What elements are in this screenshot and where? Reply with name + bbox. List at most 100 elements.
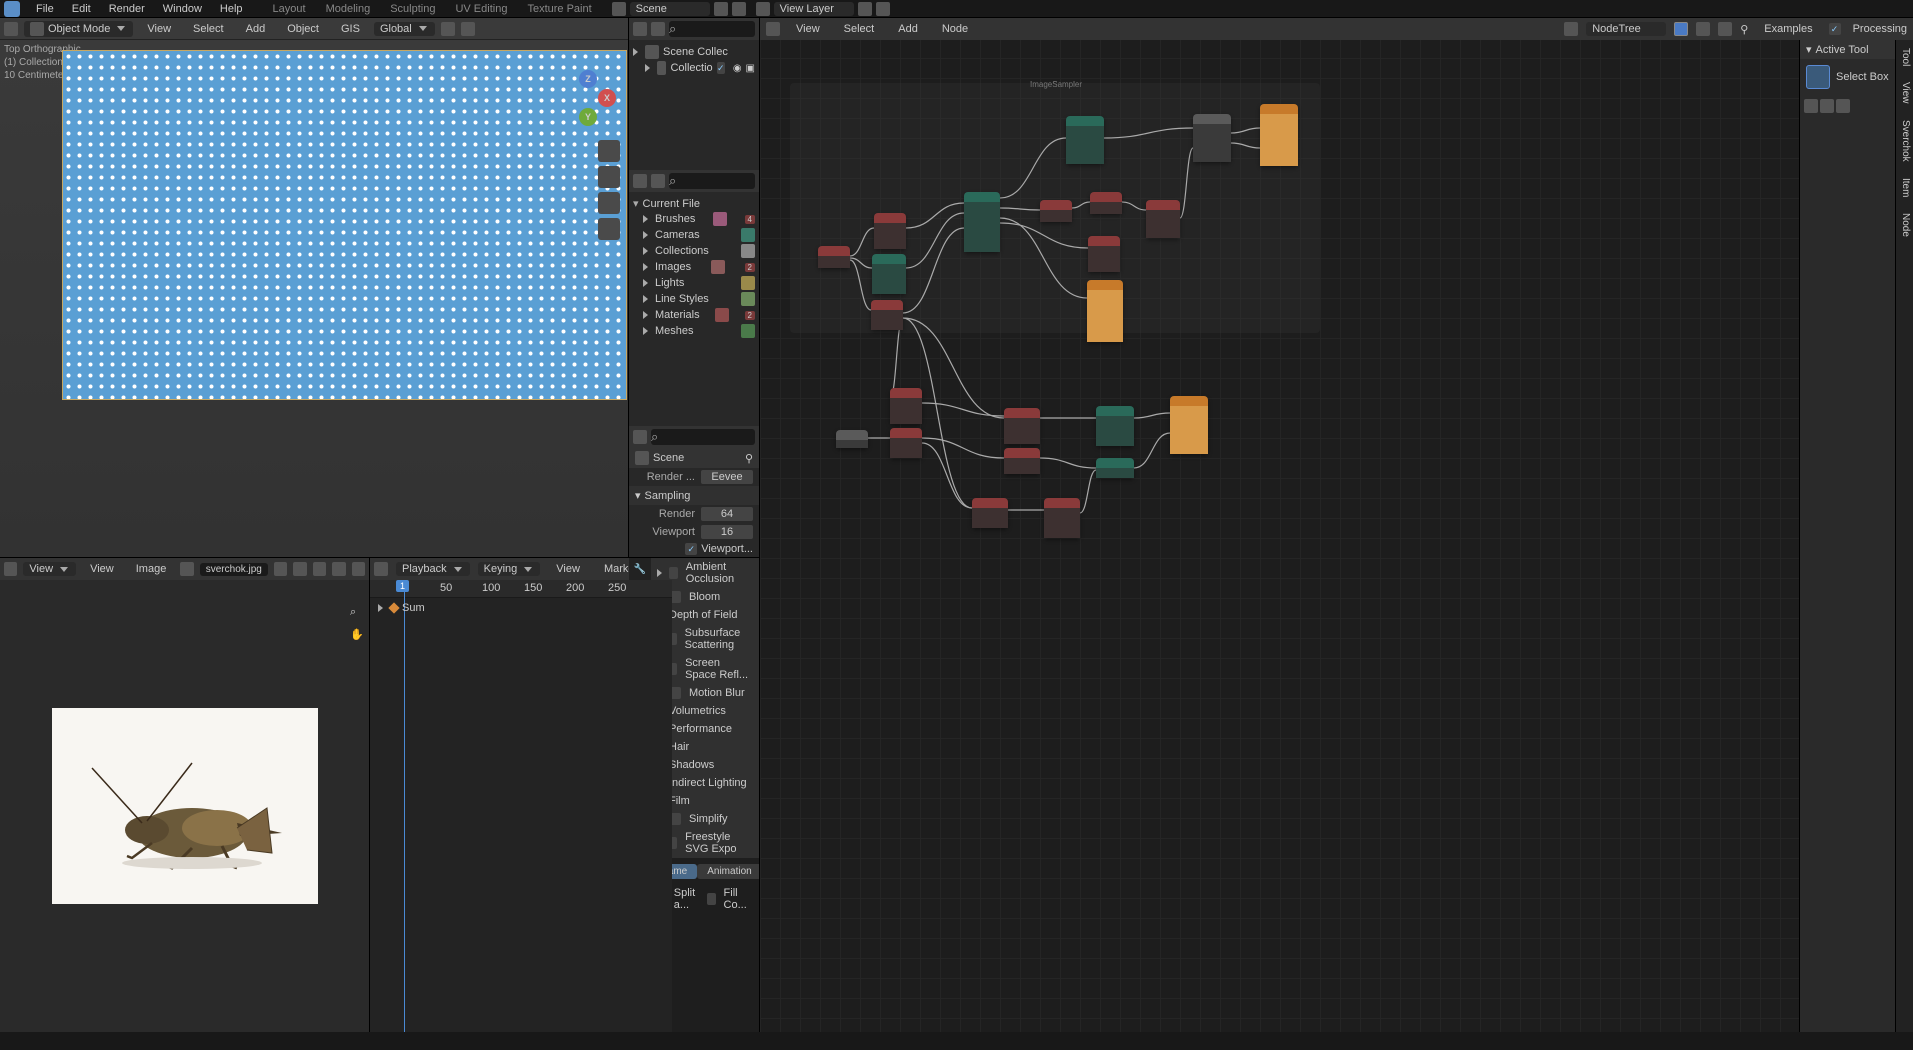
render-samples-field[interactable]: 64 <box>701 507 753 521</box>
tab-sculpting[interactable]: Sculpting <box>380 1 445 17</box>
select-box-tool[interactable]: Select Box <box>1800 59 1895 95</box>
sverchok-node[interactable] <box>871 300 903 330</box>
shield-icon[interactable] <box>1674 22 1688 36</box>
menu-edit[interactable]: Edit <box>64 1 99 17</box>
pin-icon[interactable]: ⚲ <box>745 452 753 465</box>
axis-z-icon[interactable]: Z <box>579 70 597 88</box>
sverchok-node[interactable] <box>1096 458 1134 478</box>
nodetree-name-field[interactable]: NodeTree <box>1586 22 1666 36</box>
ne-menu-node[interactable]: Node <box>934 21 976 37</box>
sverchok-node[interactable] <box>1066 116 1104 164</box>
zoom-icon[interactable]: ⌕ <box>350 606 356 619</box>
nodetree-del-icon[interactable] <box>1718 22 1732 36</box>
image-new-icon[interactable] <box>293 562 306 576</box>
tab-layout[interactable]: Layout <box>263 1 316 17</box>
sverchok-node[interactable] <box>1044 498 1080 538</box>
timeline-canvas[interactable]: 50 100 150 200 250 Sum ⌕ ✋ <box>370 580 672 1032</box>
sverchok-node[interactable] <box>1193 114 1231 162</box>
sverchok-node[interactable] <box>890 428 922 458</box>
summary-row[interactable]: Sum <box>378 602 425 614</box>
sidebar-tab-tool[interactable]: Tool <box>1896 40 1913 74</box>
menu-render[interactable]: Render <box>101 1 153 17</box>
axis-y-icon[interactable]: Y <box>579 108 597 126</box>
menu-file[interactable]: File <box>28 1 62 17</box>
ptab-tool-icon[interactable]: 🔧 <box>629 558 651 580</box>
vp-menu-select[interactable]: Select <box>185 21 232 37</box>
tab-uvediting[interactable]: UV Editing <box>445 1 517 17</box>
sverchok-node[interactable] <box>1096 406 1134 446</box>
category-row[interactable]: Lights <box>631 275 757 291</box>
viewport-samples-field[interactable]: 16 <box>701 525 753 539</box>
playhead[interactable] <box>404 580 405 1032</box>
sverchok-node[interactable] <box>890 388 922 424</box>
3d-viewport[interactable]: Object Mode View Select Add Object GIS G… <box>0 18 629 558</box>
tab-modeling[interactable]: Modeling <box>316 1 381 17</box>
image-open-icon[interactable] <box>313 562 326 576</box>
processing-check[interactable] <box>1829 23 1841 35</box>
category-row[interactable]: Materials2 <box>631 307 757 323</box>
tl-keying-menu[interactable]: Keying <box>478 562 541 576</box>
sverchok-node[interactable] <box>1004 408 1040 444</box>
scene-name-field[interactable]: Scene <box>630 2 710 16</box>
sverchok-node[interactable] <box>1087 280 1123 342</box>
category-row[interactable]: Meshes <box>631 323 757 339</box>
category-row[interactable]: Images2 <box>631 259 757 275</box>
nav-gizmo[interactable]: X Y Z <box>560 70 616 126</box>
nodetree-copy-icon[interactable] <box>1696 22 1710 36</box>
vp-menu-gis[interactable]: GIS <box>333 21 368 37</box>
img-menu-view[interactable]: View <box>82 561 122 577</box>
zoom-tool-icon[interactable] <box>598 140 620 162</box>
blender-logo-icon[interactable] <box>4 1 20 17</box>
image-del-icon[interactable] <box>332 562 345 576</box>
sidebar-tab-view[interactable]: View <box>1896 74 1913 112</box>
pin-icon[interactable]: ⚲ <box>1740 23 1748 36</box>
sverchok-node[interactable] <box>1146 200 1180 238</box>
ne-menu-select[interactable]: Select <box>836 21 883 37</box>
animation-button[interactable]: Animation <box>697 864 759 879</box>
sverchok-node[interactable] <box>1088 236 1120 272</box>
image-name-field[interactable]: sverchok.jpg <box>200 563 268 576</box>
image-canvas[interactable] <box>0 580 369 1032</box>
vp-menu-object[interactable]: Object <box>279 21 327 37</box>
blendfile-search[interactable] <box>669 173 755 189</box>
img-view-menu[interactable]: View <box>23 562 76 576</box>
sverchok-node[interactable] <box>964 192 1000 252</box>
axis-x-icon[interactable]: X <box>598 89 616 107</box>
tool-opt-3-icon[interactable] <box>1836 99 1850 113</box>
sverchok-node[interactable] <box>1260 104 1298 166</box>
tool-opt-1-icon[interactable] <box>1804 99 1818 113</box>
mesh-grid-object[interactable] <box>62 50 627 400</box>
blendfile-type-icon[interactable] <box>633 174 647 188</box>
outliner-search[interactable] <box>669 21 755 37</box>
menu-help[interactable]: Help <box>212 1 251 17</box>
ne-menu-add[interactable]: Add <box>890 21 926 37</box>
ne-menu-view[interactable]: View <box>788 21 828 37</box>
sampling-header[interactable]: ▾Sampling <box>629 486 759 505</box>
image-users-icon[interactable] <box>274 562 287 576</box>
image-refresh-icon[interactable] <box>352 562 365 576</box>
tab-texturepaint[interactable]: Texture Paint <box>517 1 601 17</box>
category-row[interactable]: Cameras <box>631 227 757 243</box>
sverchok-node[interactable] <box>1004 448 1040 474</box>
blendfile-mode-icon[interactable] <box>651 174 665 188</box>
sidebar-tab-item[interactable]: Item <box>1896 170 1913 205</box>
scene-new-icon[interactable] <box>714 2 728 16</box>
vp-menu-view[interactable]: View <box>139 21 179 37</box>
editor-type-icon[interactable] <box>4 22 18 36</box>
active-tool-header[interactable]: ▾Active Tool <box>1800 40 1895 59</box>
sidebar-tab-node[interactable]: Node <box>1896 205 1913 245</box>
sverchok-node[interactable] <box>1090 192 1122 214</box>
camera-vis-icon[interactable]: ▣ <box>746 63 755 74</box>
examples-menu[interactable]: Examples <box>1756 21 1820 37</box>
node-editor[interactable]: View Select Add Node NodeTree ⚲ Examples… <box>759 18 1913 1032</box>
timeline-type-icon[interactable] <box>374 562 388 576</box>
viewport-canvas[interactable]: Top Orthographic (1) Collection 10 Centi… <box>0 40 628 557</box>
viewlayer-del-icon[interactable] <box>876 2 890 16</box>
category-row[interactable]: Brushes4 <box>631 211 757 227</box>
category-row[interactable]: Collections <box>631 243 757 259</box>
category-row[interactable]: Line Styles <box>631 291 757 307</box>
pan-tool-icon[interactable] <box>598 166 620 188</box>
sverchok-node[interactable] <box>972 498 1008 528</box>
img-menu-image[interactable]: Image <box>128 561 175 577</box>
sverchok-node[interactable] <box>1040 200 1072 222</box>
